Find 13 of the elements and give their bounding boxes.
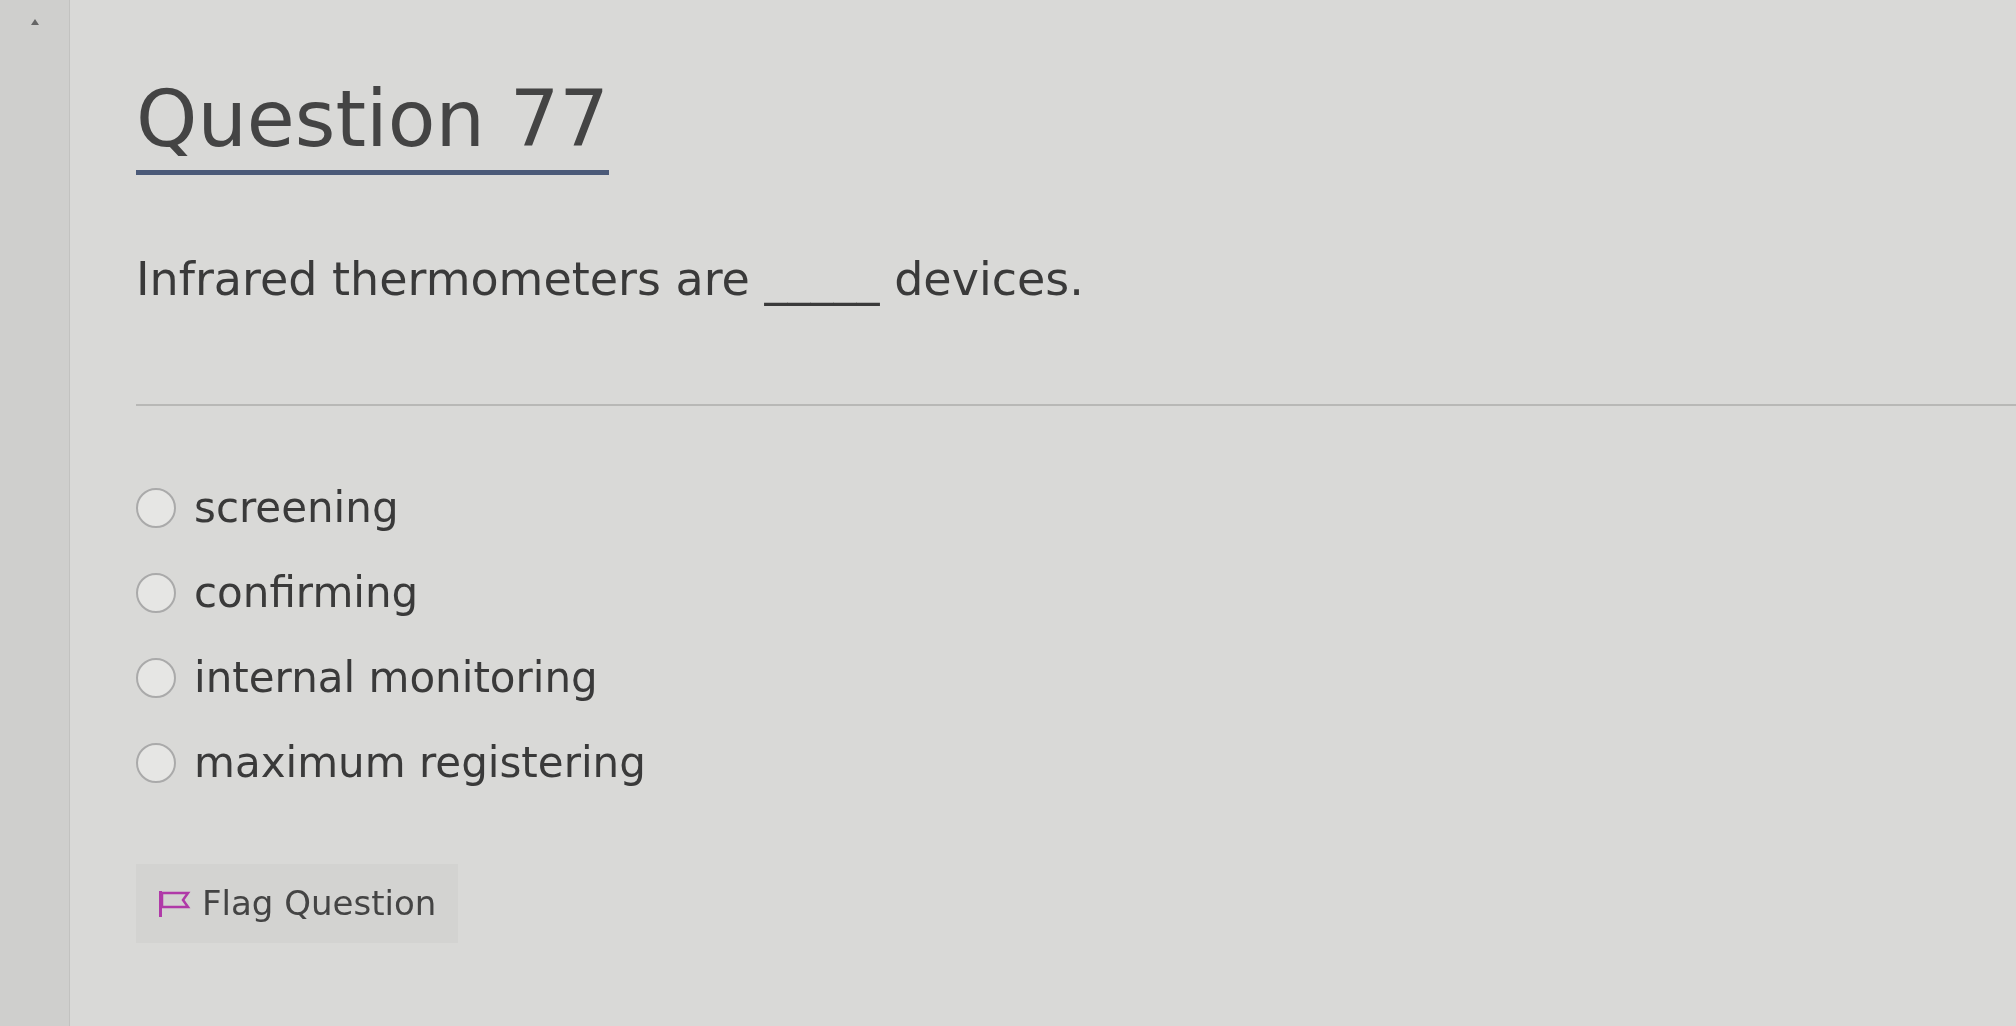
option-label: confirming	[194, 567, 419, 619]
question-text: Infrared thermometers are _____ devices.	[136, 251, 1085, 308]
question-title: Question 77	[136, 80, 609, 175]
option-label: screening	[194, 482, 399, 534]
flag-question-button[interactable]: Flag Question	[136, 864, 459, 943]
radio-button[interactable]	[136, 487, 176, 528]
radio-button[interactable]	[136, 742, 176, 783]
option-label: internal monitoring	[194, 652, 598, 704]
radio-button[interactable]	[136, 657, 176, 698]
scroll-up-icon[interactable]	[29, 18, 40, 26]
flag-icon	[158, 890, 192, 917]
radio-button[interactable]	[136, 572, 176, 613]
option-label: maximum registering	[194, 737, 646, 789]
